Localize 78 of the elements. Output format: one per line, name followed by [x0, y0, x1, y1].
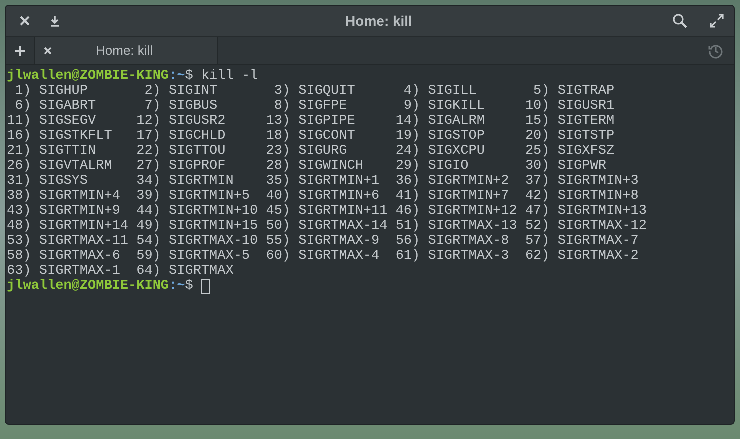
- signal-entry: 18) SIGCONT: [266, 129, 356, 144]
- signal-entry: 7) SIGBUS: [144, 99, 219, 114]
- signal-entry: 56) SIGRTMAX-8: [396, 234, 510, 249]
- prompt-path: :~: [169, 279, 186, 294]
- signal-entry: 1) SIGHUP: [14, 84, 90, 99]
- text-cursor: [201, 279, 210, 294]
- signal-entry: 22) SIGTTOU: [136, 144, 227, 159]
- signal-entry: 50) SIGRTMAX-14: [266, 219, 389, 234]
- close-tab-icon[interactable]: [43, 46, 53, 56]
- signal-entry: 58) SIGRTMAX-6: [7, 249, 122, 264]
- signal-entry: 27) SIGPROF: [136, 159, 227, 174]
- signal-entry: 40) SIGRTMIN+6: [266, 189, 381, 204]
- signal-entry: 47) SIGRTMIN+13: [525, 204, 648, 219]
- signal-entry: 37) SIGRTMIN+3: [525, 174, 640, 189]
- signal-entry: 46) SIGRTMIN+12: [396, 204, 518, 219]
- signal-entry: 19) SIGSTOP: [396, 129, 486, 144]
- signal-entry: 49) SIGRTMIN+15: [136, 219, 260, 234]
- signal-entry: 26) SIGVTALRM: [7, 159, 114, 174]
- signal-entry: 53) SIGRTMAX-11: [7, 234, 130, 249]
- signal-entry: 10) SIGUSR1: [525, 99, 616, 114]
- signal-entry: 54) SIGRTMAX-10: [136, 234, 260, 249]
- signal-entry: 2) SIGINT: [144, 84, 219, 99]
- search-icon[interactable]: [672, 13, 688, 29]
- signal-entry: 41) SIGRTMIN+7: [396, 189, 510, 204]
- prompt-user-host: jlwallen@ZOMBIE-KING: [7, 69, 170, 84]
- signal-entry: 15) SIGTERM: [525, 114, 616, 129]
- signal-entry: 8) SIGFPE: [273, 99, 348, 114]
- signal-entry: 64) SIGRTMAX: [136, 264, 235, 279]
- signal-entry: 11) SIGSEGV: [7, 114, 98, 129]
- signal-entry: 4) SIGILL: [402, 84, 478, 99]
- signal-entry: 28) SIGWINCH: [266, 159, 364, 174]
- signal-entry: 23) SIGURG: [266, 144, 348, 159]
- signal-entry: 17) SIGCHLD: [136, 129, 227, 144]
- signal-entry: 44) SIGRTMIN+10: [136, 204, 260, 219]
- signal-entry: 51) SIGRTMAX-13: [396, 219, 518, 234]
- signal-entry: 31) SIGSYS: [7, 174, 90, 189]
- tab-label: Home: kill: [96, 42, 154, 60]
- close-icon[interactable]: [18, 14, 32, 28]
- signal-entry: 25) SIGXFSZ: [525, 144, 616, 159]
- signal-entry: 61) SIGRTMAX-3: [396, 249, 510, 264]
- prompt-symbol: $: [185, 69, 194, 84]
- signal-entry: 12) SIGUSR2: [136, 114, 227, 129]
- download-icon[interactable]: [48, 14, 62, 28]
- signal-entry: 39) SIGRTMIN+5: [136, 189, 252, 204]
- signal-entry: 9) SIGKILL: [402, 99, 486, 114]
- signal-entry: 63) SIGRTMAX-1: [7, 264, 122, 279]
- tab[interactable]: Home: kill: [35, 37, 218, 64]
- signal-entry: 6) SIGABRT: [14, 99, 98, 114]
- signal-entry: 35) SIGRTMIN+1: [266, 174, 381, 189]
- signal-entry: 24) SIGXCPU: [396, 144, 486, 159]
- signal-entry: 57) SIGRTMAX-7: [525, 234, 640, 249]
- signal-entry: 13) SIGPIPE: [266, 114, 356, 129]
- signal-entry: 29) SIGIO: [396, 159, 470, 174]
- signal-entry: 21) SIGTTIN: [7, 144, 98, 159]
- signal-entry: 48) SIGRTMIN+14: [7, 219, 130, 234]
- signal-entry: 16) SIGSTKFLT: [7, 129, 114, 144]
- signal-entry: 14) SIGALRM: [396, 114, 486, 129]
- signal-entry: 5) SIGTRAP: [532, 84, 616, 99]
- signal-entry: 42) SIGRTMIN+8: [525, 189, 640, 204]
- prompt-user-host: jlwallen@ZOMBIE-KING: [7, 279, 170, 294]
- signal-entry: 3) SIGQUIT: [273, 84, 356, 99]
- signal-entry: 34) SIGRTMIN: [136, 174, 235, 189]
- signal-entry: 43) SIGRTMIN+9: [7, 204, 122, 219]
- signal-entry: 59) SIGRTMAX-5: [136, 249, 252, 264]
- signal-entry: 20) SIGTSTP: [525, 129, 616, 144]
- command-text: kill -l: [201, 69, 258, 84]
- fullscreen-icon[interactable]: [710, 14, 724, 28]
- signal-entry: 38) SIGRTMIN+4: [7, 189, 122, 204]
- signal-entry: 36) SIGRTMIN+2: [396, 174, 510, 189]
- signal-entry: 52) SIGRTMAX-12: [525, 219, 648, 234]
- signal-entry: 60) SIGRTMAX-4: [266, 249, 381, 264]
- prompt-symbol: $: [185, 279, 194, 294]
- window-title: Home: kill: [346, 12, 412, 30]
- signal-entry: 62) SIGRTMAX-2: [525, 249, 640, 264]
- signal-entry: 55) SIGRTMAX-9: [266, 234, 381, 249]
- signal-entry: 45) SIGRTMIN+11: [266, 204, 389, 219]
- prompt-path: :~: [169, 69, 186, 84]
- signal-entry: 30) SIGPWR: [525, 159, 608, 174]
